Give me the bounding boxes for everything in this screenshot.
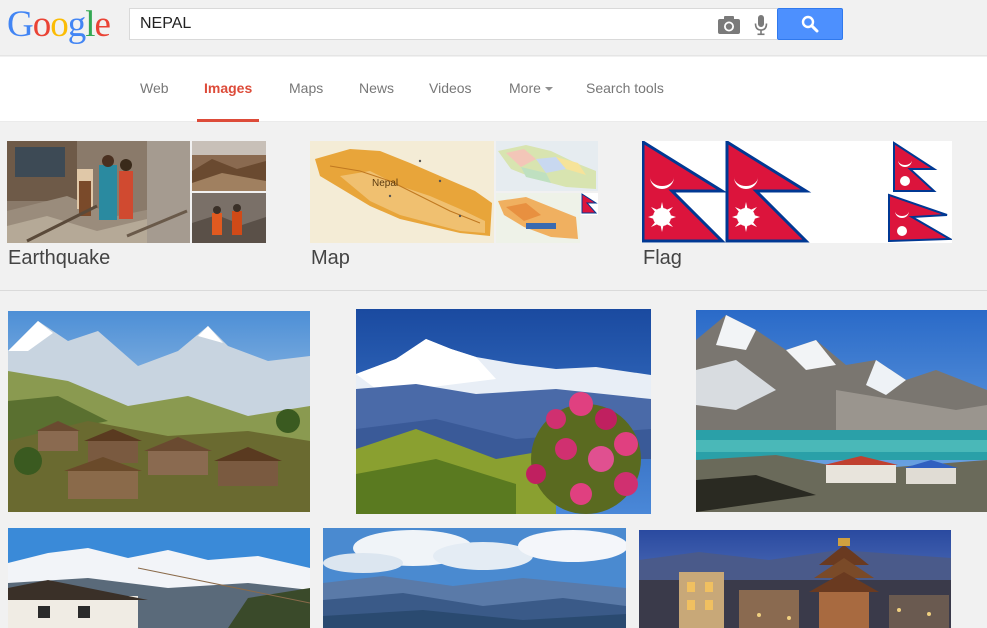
tab-label: Images bbox=[204, 80, 253, 96]
image-result-mountain-rhododendron[interactable] bbox=[356, 309, 651, 514]
search-nav: Web Images Maps News Videos More Search … bbox=[0, 57, 987, 122]
search-icon bbox=[801, 15, 819, 33]
tab-label: Videos bbox=[429, 80, 472, 96]
tab-maps[interactable]: Maps bbox=[289, 57, 323, 122]
logo-letter: o bbox=[32, 4, 51, 45]
flag-thumbnails bbox=[642, 141, 952, 243]
microphone-icon[interactable] bbox=[753, 14, 769, 36]
earthquake-thumbnail-small bbox=[192, 141, 266, 191]
search-input[interactable] bbox=[140, 9, 700, 39]
related-search-label: Flag bbox=[643, 247, 682, 269]
chevron-down-icon bbox=[544, 87, 553, 91]
logo-letter: g bbox=[67, 4, 86, 45]
logo-letter: e bbox=[94, 4, 111, 45]
logo-letter: G bbox=[7, 4, 34, 45]
tab-label: More bbox=[509, 80, 541, 96]
search-box bbox=[129, 8, 777, 40]
map-thumbnail-small bbox=[496, 141, 598, 191]
google-images-page: Google Web Image bbox=[0, 0, 987, 628]
related-search-earthquake[interactable]: Earthquake bbox=[7, 140, 267, 275]
earthquake-thumbnail-main bbox=[7, 141, 190, 243]
related-search-label: Earthquake bbox=[8, 247, 111, 269]
tab-label: Maps bbox=[289, 80, 324, 96]
tab-web[interactable]: Web bbox=[140, 57, 169, 122]
tab-label: Web bbox=[140, 80, 169, 96]
related-search-flag[interactable]: Flag bbox=[642, 140, 954, 275]
map-thumbnail-small bbox=[496, 193, 580, 243]
logo-letter: l bbox=[85, 4, 95, 45]
related-search-map[interactable]: Nepal Map bbox=[310, 140, 600, 275]
google-logo[interactable]: Google bbox=[7, 4, 111, 45]
tab-more[interactable]: More bbox=[509, 57, 553, 122]
tab-label: News bbox=[359, 80, 395, 96]
map-nepal-label: Nepal bbox=[372, 178, 398, 189]
image-result-himalaya-prayer-flags[interactable] bbox=[8, 528, 310, 628]
image-result-valley-clouds[interactable] bbox=[323, 528, 626, 628]
search-button[interactable] bbox=[777, 8, 843, 40]
tab-videos[interactable]: Videos bbox=[429, 57, 472, 122]
section-divider bbox=[0, 290, 987, 291]
flag-thumbnail-tiny bbox=[581, 193, 598, 215]
logo-letter: o bbox=[50, 4, 68, 45]
related-search-label: Map bbox=[311, 247, 350, 269]
tab-label: Search tools bbox=[586, 80, 664, 96]
image-result-village-mountains[interactable] bbox=[8, 311, 310, 512]
tab-search-tools[interactable]: Search tools bbox=[586, 57, 664, 122]
tab-images[interactable]: Images bbox=[197, 57, 260, 122]
map-thumbnail-main: Nepal bbox=[310, 141, 494, 243]
image-result-kathmandu-durbar-square[interactable] bbox=[639, 530, 951, 628]
tab-news[interactable]: News bbox=[359, 57, 394, 122]
header-bar: Google bbox=[0, 0, 987, 56]
image-result-glacier-lake[interactable] bbox=[696, 310, 987, 512]
camera-icon[interactable] bbox=[717, 15, 741, 35]
earthquake-thumbnail-small bbox=[192, 193, 266, 243]
